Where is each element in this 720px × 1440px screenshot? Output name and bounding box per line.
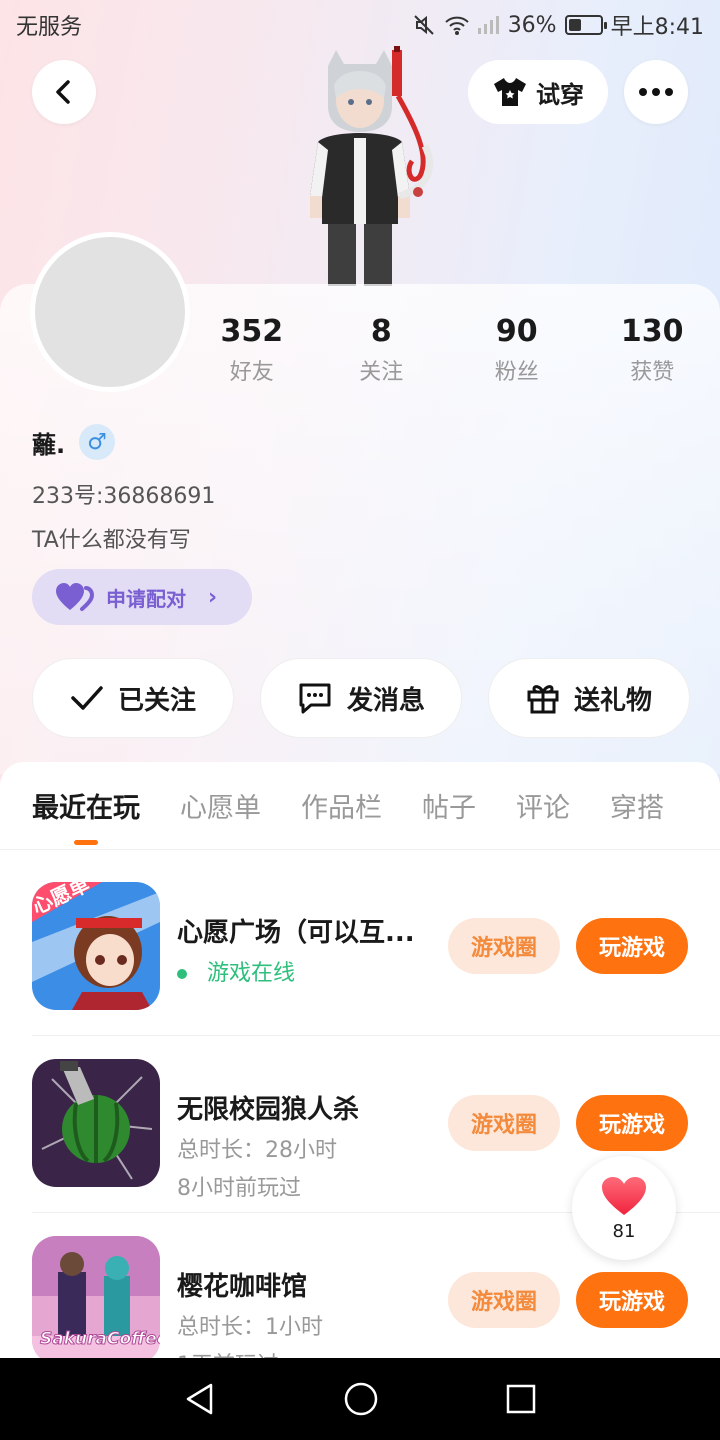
avatar-character-image <box>310 46 434 286</box>
game-online-text: 游戏在线 <box>207 961 296 986</box>
tab-wishlist[interactable]: 心愿单 <box>180 786 261 825</box>
game-icon-wish-square: 心愿单 <box>32 882 160 1010</box>
game-list-item[interactable]: 心愿单 心愿广场（可以互... 游戏在线 游戏圈 玩游戏 <box>32 882 720 1012</box>
profile-tabs: 最近在玩 心愿单 作品栏 帖子 评论 穿搭 <box>0 762 720 850</box>
user-name: 蘺. <box>32 430 66 459</box>
try-on-button[interactable]: 试穿 <box>468 60 608 124</box>
send-gift-label: 送礼物 <box>573 685 652 716</box>
followed-button[interactable]: 已关注 <box>32 658 234 738</box>
gift-icon <box>527 685 559 714</box>
more-button[interactable] <box>624 60 688 124</box>
stat-followers[interactable]: 90 粉丝 <box>449 312 584 386</box>
tab-recently-played[interactable]: 最近在玩 <box>32 786 140 845</box>
stat-label: 粉丝 <box>494 360 539 385</box>
profile-stats: 352 好友 8 关注 90 粉丝 130 获赞 <box>190 312 720 386</box>
nav-home-icon[interactable] <box>343 1381 379 1417</box>
play-game-button[interactable]: 玩游戏 <box>576 1272 688 1328</box>
game-icon-badge-text: SakuraCoffee <box>40 1329 160 1349</box>
tab-outfits[interactable]: 穿搭 <box>610 786 664 825</box>
stat-label: 好友 <box>229 360 274 385</box>
stat-value: 352 <box>220 314 284 349</box>
avatar[interactable] <box>30 232 190 392</box>
stat-label: 获赞 <box>630 360 675 385</box>
play-game-button[interactable]: 玩游戏 <box>576 1095 688 1151</box>
profile-content: 最近在玩 心愿单 作品栏 帖子 评论 穿搭 心愿单 心愿广场（可以互... 游戏… <box>0 762 720 1362</box>
tab-posts[interactable]: 帖子 <box>422 786 476 825</box>
play-game-button[interactable]: 玩游戏 <box>576 918 688 974</box>
game-online-status: 游戏在线 <box>177 955 295 987</box>
apply-match-label: 申请配对 <box>106 586 186 611</box>
send-message-label: 发消息 <box>346 685 425 716</box>
clock: 早上8:41 <box>610 15 704 40</box>
nav-recents-icon[interactable] <box>505 1383 537 1415</box>
apply-match-button[interactable]: 申请配对 › <box>32 569 252 625</box>
heart-icon <box>602 1176 646 1215</box>
send-message-button[interactable]: 发消息 <box>260 658 462 738</box>
male-icon: ♂ <box>79 424 116 460</box>
profile-actions: 已关注 发消息 送礼物 <box>32 658 690 738</box>
chevron-left-icon <box>56 80 70 104</box>
game-last-played: 8小时前玩过 <box>177 1176 301 1201</box>
tab-comments[interactable]: 评论 <box>516 786 570 825</box>
followed-label: 已关注 <box>117 685 196 716</box>
like-button[interactable]: 81 <box>572 1156 676 1260</box>
game-circle-button[interactable]: 游戏圈 <box>448 1272 560 1328</box>
name-row: 蘺. ♂ <box>32 424 116 460</box>
stat-value: 90 <box>495 314 538 349</box>
stat-value: 8 <box>370 314 392 349</box>
game-circle-button[interactable]: 游戏圈 <box>448 918 560 974</box>
game-playtime: 总时长：28小时 <box>177 1138 337 1163</box>
mute-icon <box>412 14 436 36</box>
game-title: 无限校园狼人杀 <box>177 1095 360 1125</box>
stat-likes[interactable]: 130 获赞 <box>585 312 720 386</box>
user-bio: TA什么都没有写 <box>32 528 191 553</box>
stat-following[interactable]: 8 关注 <box>314 312 449 386</box>
game-circle-button[interactable]: 游戏圈 <box>448 1095 560 1151</box>
signal-icon <box>476 14 500 36</box>
nav-back-icon[interactable] <box>183 1382 217 1416</box>
tab-works[interactable]: 作品栏 <box>301 786 382 825</box>
system-navigation-bar <box>0 1358 720 1440</box>
send-gift-button[interactable]: 送礼物 <box>488 658 690 738</box>
stat-friends[interactable]: 352 好友 <box>190 312 314 386</box>
try-on-label: 试穿 <box>536 80 584 109</box>
game-title: 心愿广场（可以互... <box>177 918 415 948</box>
battery-percent: 36% <box>507 12 557 38</box>
stat-value: 130 <box>620 314 684 349</box>
more-dots-icon <box>639 88 673 96</box>
user-id: 233号:36868691 <box>32 484 216 509</box>
status-bar: 无服务 36% 早上8:41 <box>0 0 720 50</box>
chat-bubble-icon <box>299 683 331 714</box>
wifi-icon <box>444 14 469 36</box>
stat-label: 关注 <box>359 360 404 385</box>
carrier-text: 无服务 <box>16 15 83 40</box>
tshirt-icon <box>494 78 526 106</box>
check-icon <box>71 686 103 710</box>
battery-fill <box>568 19 581 31</box>
online-dot-icon <box>177 969 187 979</box>
like-count: 81 <box>612 1220 636 1242</box>
game-icon-sakura-coffee: SakuraCoffee <box>32 1236 160 1362</box>
chevron-right-icon: › <box>208 584 218 610</box>
divider <box>32 1035 720 1036</box>
game-playtime: 总时长：1小时 <box>177 1315 323 1340</box>
double-heart-icon <box>56 583 95 611</box>
back-button[interactable] <box>32 60 96 124</box>
game-icon-werewolf <box>32 1059 160 1187</box>
game-title: 樱花咖啡馆 <box>177 1272 308 1302</box>
battery-icon <box>564 15 607 35</box>
